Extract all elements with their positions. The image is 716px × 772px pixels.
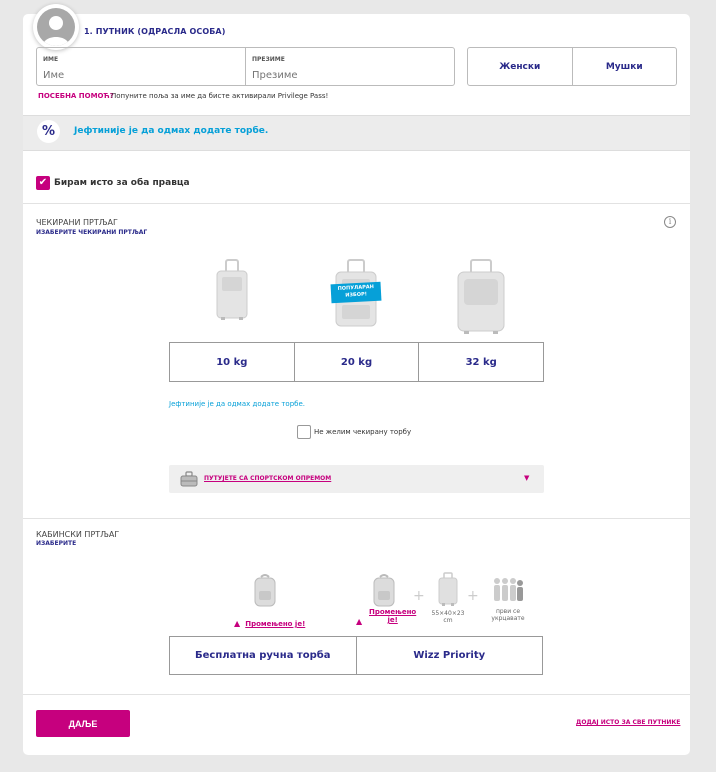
sport-bag-icon: [180, 471, 198, 491]
passenger-card: 1. ПУТНИК (ОДРАСЛА ОСОБА) ИМЕ ПРЕЗИМЕ Же…: [23, 4, 690, 755]
percent-icon: %: [37, 120, 60, 143]
weight-option-20kg[interactable]: 20 kg: [293, 343, 419, 381]
board-first-line: укрцавате: [491, 615, 525, 622]
changed-notice-2: Промењено је!: [369, 608, 416, 624]
changed-text[interactable]: је!: [369, 616, 416, 624]
popular-choice-badge: ПОПУЛАРАН ИЗБОР!: [330, 281, 382, 304]
suitcase-small-icon: [215, 259, 249, 325]
board-first-line: први се: [495, 608, 521, 615]
changed-notice: ▲ Промењено је!: [234, 611, 305, 630]
divider: [23, 694, 690, 695]
dimensions-line: 55×40×23: [431, 610, 465, 617]
checked-baggage-title: ЧЕКИРАНИ ПРТЉАГ: [36, 218, 118, 227]
no-checked-bag-label[interactable]: Не желим чекирану торбу: [314, 428, 411, 436]
first-name-field[interactable]: ИМЕ: [37, 48, 245, 85]
wizz-priority-option[interactable]: Wizz Priority: [355, 637, 543, 674]
weight-option-10kg[interactable]: 10 kg: [170, 343, 294, 381]
board-first-text: први се укрцавате: [488, 608, 528, 622]
sport-equipment-label[interactable]: ПУТУЈЕТЕ СА СПОРТСКОМ ОПРЕМОМ: [204, 475, 331, 482]
warning-icon: ▲: [234, 619, 241, 628]
same-both-ways-label[interactable]: Бирам исто за оба правца: [54, 178, 190, 188]
trolley-dimensions: 55×40×23 cm: [427, 610, 469, 624]
cabin-baggage-subtitle: ИЗАБЕРИТЕ: [36, 540, 77, 547]
checked-baggage-subtitle: ИЗАБЕРИТЕ ЧЕКИРАНИ ПРТЉАГ: [36, 229, 148, 236]
name-fields: ИМЕ ПРЕЗИМЕ: [36, 47, 455, 86]
warning-icon: ▲: [356, 617, 363, 626]
chevron-down-icon[interactable]: ▼: [524, 474, 529, 482]
info-icon[interactable]: i: [664, 216, 676, 228]
gender-selector: Женски Мушки: [467, 47, 677, 86]
last-name-field[interactable]: ПРЕЗИМЕ: [245, 48, 454, 85]
promo-text: Јефтиније је да одмах додате торбе.: [74, 126, 269, 136]
plus-icon: +: [467, 588, 479, 604]
divider: [23, 518, 690, 519]
changed-text[interactable]: Промењено је!: [245, 620, 305, 628]
backpack-priority-icon: [372, 573, 396, 611]
avatar: [33, 4, 79, 50]
checked-weight-options: 10 kg 20 kg 32 kg: [169, 342, 544, 382]
people-boarding-icon: [492, 577, 524, 607]
next-button[interactable]: ДАЉЕ: [36, 710, 130, 737]
free-cabin-bag-option[interactable]: Бесплатна ручна торба: [170, 637, 356, 674]
divider: [23, 203, 690, 204]
cheaper-bags-text: Јефтиније је да одмах додате торбе.: [169, 400, 305, 408]
suitcase-large-icon: [456, 259, 506, 338]
passenger-title: 1. ПУТНИК (ОДРАСЛА ОСОБА): [84, 27, 226, 36]
user-icon: [37, 8, 75, 46]
first-name-input[interactable]: [43, 70, 239, 81]
last-name-label: ПРЕЗИМЕ: [252, 56, 285, 63]
cabin-baggage-title: КАБИНСКИ ПРТЉАГ: [36, 530, 120, 539]
gender-female-button[interactable]: Женски: [468, 48, 572, 85]
plus-icon: +: [413, 588, 425, 604]
checkmark-icon: ✔: [38, 177, 48, 188]
special-help-link[interactable]: ПОСЕБНА ПОМОЋ?: [38, 92, 114, 100]
dimensions-line: cm: [443, 617, 453, 624]
backpack-icon: [253, 573, 277, 611]
add-same-for-all-link[interactable]: ДОДАЈ ИСТО ЗА СВЕ ПУТНИКЕ: [576, 719, 680, 726]
gender-male-button[interactable]: Мушки: [571, 48, 677, 85]
weight-option-32kg[interactable]: 32 kg: [418, 343, 543, 381]
trolley-icon: [437, 572, 459, 610]
changed-text[interactable]: Промењено: [369, 608, 416, 616]
last-name-input[interactable]: [252, 70, 448, 81]
cabin-options: Бесплатна ручна торба Wizz Priority: [169, 636, 543, 675]
no-checked-bag-checkbox[interactable]: [297, 425, 311, 439]
privilege-pass-hint: Попуните поља за име да бисте активирали…: [111, 92, 329, 100]
same-both-ways-checkbox[interactable]: ✔: [36, 176, 50, 190]
first-name-label: ИМЕ: [43, 56, 59, 63]
